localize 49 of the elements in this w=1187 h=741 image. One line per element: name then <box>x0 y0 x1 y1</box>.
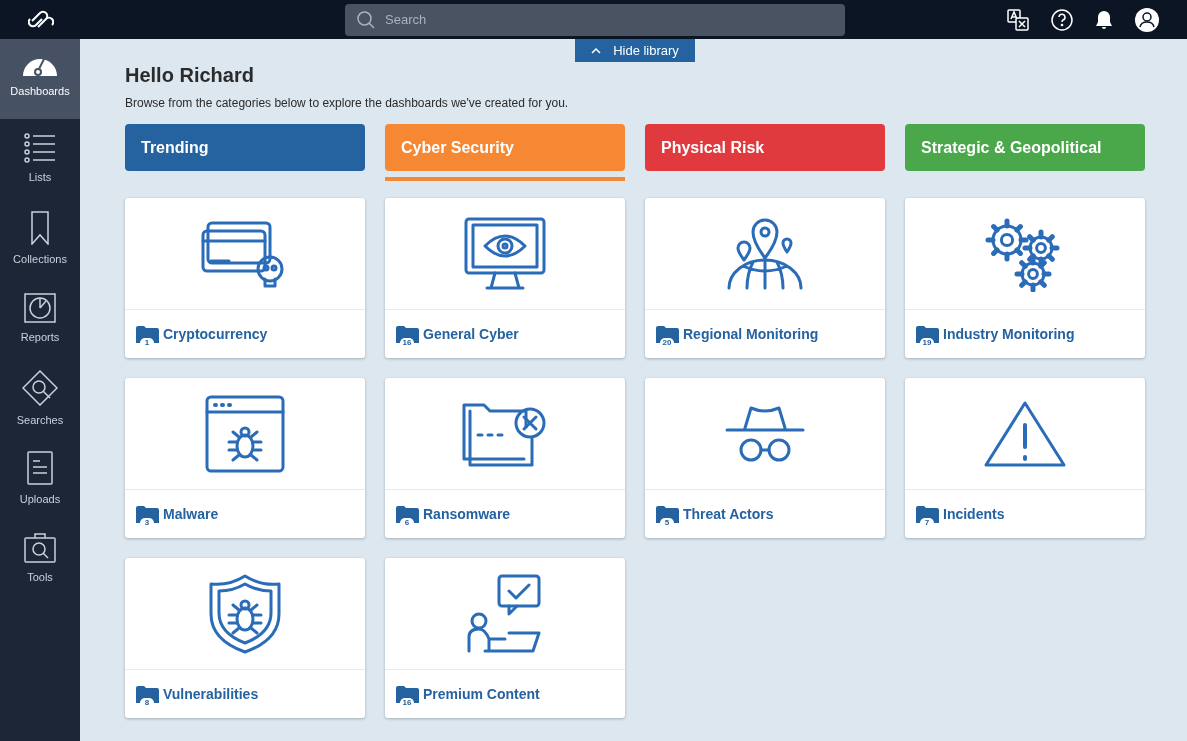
card-title: Premium Content <box>423 684 540 704</box>
translate-icon[interactable] <box>1007 8 1029 31</box>
sidebar-icon <box>24 532 56 563</box>
sidebar-item[interactable]: Reports <box>0 279 80 359</box>
category-tab[interactable]: Physical Risk <box>645 124 885 171</box>
dashboard-card[interactable]: 1 Cryptocurrency <box>125 198 365 358</box>
help-icon[interactable] <box>1051 8 1073 31</box>
card-title: Cryptocurrency <box>163 324 268 344</box>
card-title: Incidents <box>943 504 1005 524</box>
card-title: Malware <box>163 504 219 524</box>
dashboard-card[interactable]: 20 Regional Monitoring <box>645 198 885 358</box>
dashboard-card[interactable]: 6 Ransomware <box>385 378 625 538</box>
category-tab[interactable]: Trending <box>125 124 365 171</box>
sidebar-icon <box>27 450 53 485</box>
sidebar-item[interactable]: Tools <box>0 519 80 599</box>
greeting-heading: Hello Richard <box>125 63 255 87</box>
card-title: Industry Monitoring <box>943 324 1075 344</box>
chevron-up-icon <box>591 47 602 54</box>
hide-library-button[interactable]: Hide library <box>575 39 695 62</box>
dashboard-card[interactable]: 3 Malware <box>125 378 365 538</box>
sidebar-icon <box>31 210 49 245</box>
sidebar-item[interactable]: Searches <box>0 359 80 439</box>
sidebar-icon <box>22 369 58 406</box>
dashboard-card[interactable]: 19 Industry Monitoring <box>905 198 1145 358</box>
sidebar-icon <box>24 292 56 323</box>
dashboard-card[interactable]: 5 Threat Actors <box>645 378 885 538</box>
sidebar-item[interactable]: Lists <box>0 119 80 199</box>
card-title: Ransomware <box>423 504 511 524</box>
notification-bell-icon[interactable] <box>1095 9 1113 30</box>
card-title: Regional Monitoring <box>683 324 819 344</box>
sidebar-item[interactable]: Dashboards <box>0 39 80 119</box>
card-illustration-icon <box>204 393 286 474</box>
card-illustration-icon <box>208 572 282 655</box>
dashboard-card[interactable]: 7 Incidents <box>905 378 1145 538</box>
dashboard-card[interactable]: 8 Vulnerabilities <box>125 558 365 718</box>
card-title: Vulnerabilities <box>163 684 259 704</box>
dashboard-card[interactable]: 16 Premium Content <box>385 558 625 718</box>
card-title: Threat Actors <box>683 504 774 524</box>
card-title: General Cyber <box>423 324 519 344</box>
subtitle-text: Browse from the categories below to explore the dashboards we've created for you. <box>125 95 570 112</box>
search-field[interactable]: Search <box>345 3 845 36</box>
dashboard-card[interactable]: 16 General Cyber <box>385 198 625 358</box>
sidebar-icon <box>24 132 56 163</box>
sidebar-item[interactable]: Uploads <box>0 439 80 519</box>
card-illustration-icon <box>463 215 547 292</box>
search-icon <box>357 10 375 29</box>
user-avatar-icon[interactable] <box>1135 7 1159 32</box>
sidebar-item[interactable]: Collections <box>0 199 80 279</box>
sidebar-icon <box>22 58 58 78</box>
